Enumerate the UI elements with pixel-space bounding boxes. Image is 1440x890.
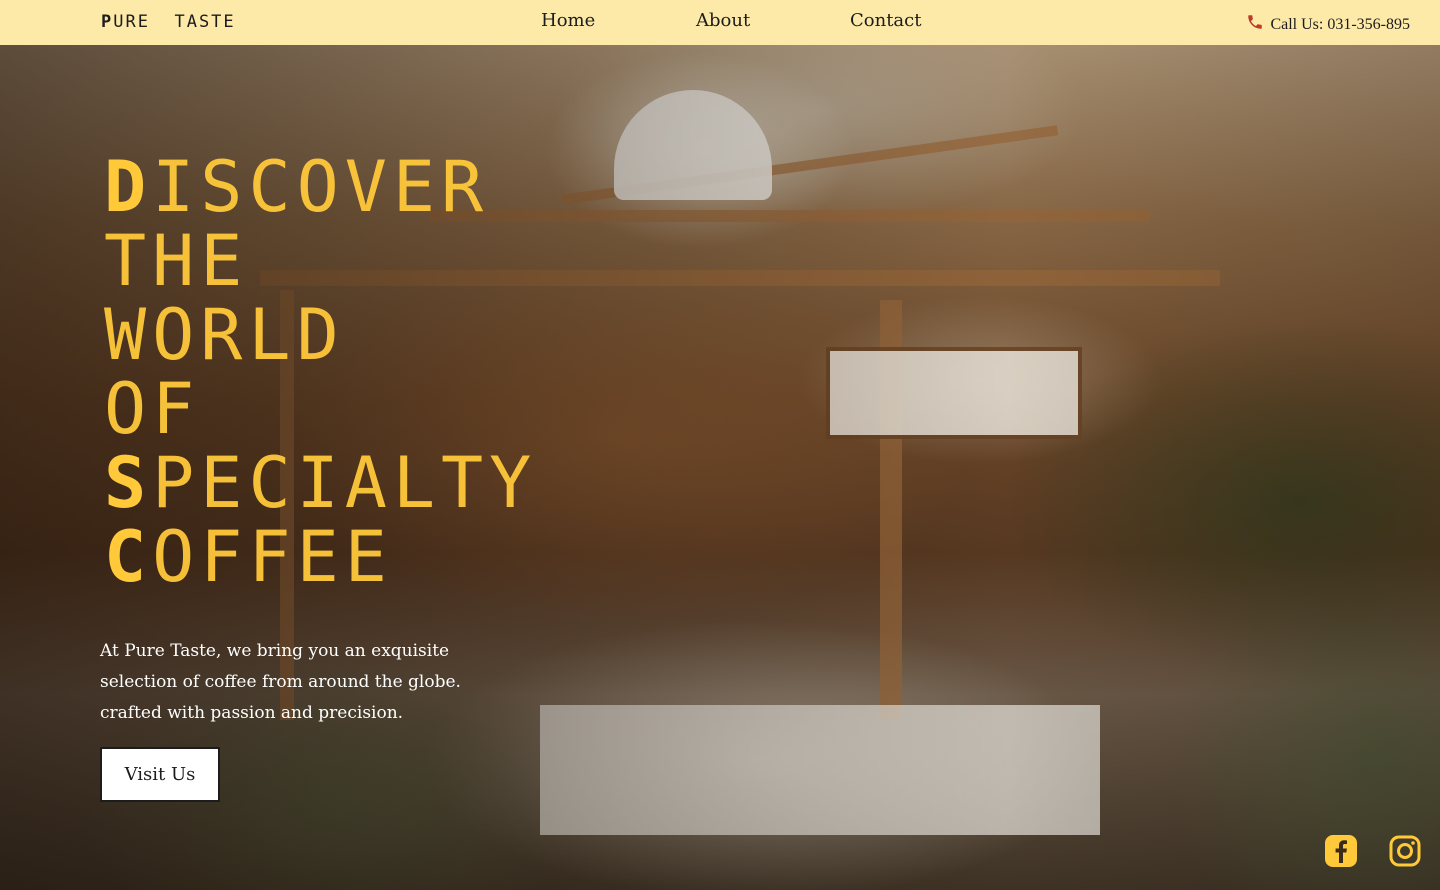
headline-line-6: COFFEE [104, 516, 393, 598]
facebook-icon[interactable] [1323, 833, 1359, 869]
nav-about[interactable]: About [696, 10, 750, 31]
headline-line-1: DISCOVER [104, 146, 490, 228]
intro-line: crafted with passion and precision. [100, 703, 404, 723]
nav-contact[interactable]: Contact [850, 10, 921, 31]
headline-line-5: SPECIALTY [104, 442, 538, 524]
phone-icon [1246, 13, 1264, 36]
headline-line-3: WORLD [104, 294, 345, 376]
headline-line-4: OF [104, 368, 201, 450]
phone-number-label: Call Us: 031-356-895 [1270, 15, 1410, 33]
brand-logo[interactable]: PURE TASTE [101, 12, 236, 32]
hero-headline: DISCOVER THE WORLD OF SPECIALTY COFFEE [104, 150, 537, 594]
intro-line: At Pure Taste, we bring you an exquisite [100, 641, 450, 661]
nav-home[interactable]: Home [541, 10, 595, 31]
instagram-icon[interactable] [1387, 833, 1423, 869]
visit-us-button[interactable]: Visit Us [100, 747, 220, 802]
top-navigation-bar: PURE TASTE Home About Contact Call Us: 0… [0, 0, 1440, 45]
headline-line-2: THE [104, 220, 249, 302]
intro-line: selection of coffee from around the glob… [100, 672, 461, 692]
call-us-link[interactable]: Call Us: 031-356-895 [1246, 13, 1410, 36]
hero-intro-text: At Pure Taste, we bring you an exquisite… [100, 636, 500, 729]
